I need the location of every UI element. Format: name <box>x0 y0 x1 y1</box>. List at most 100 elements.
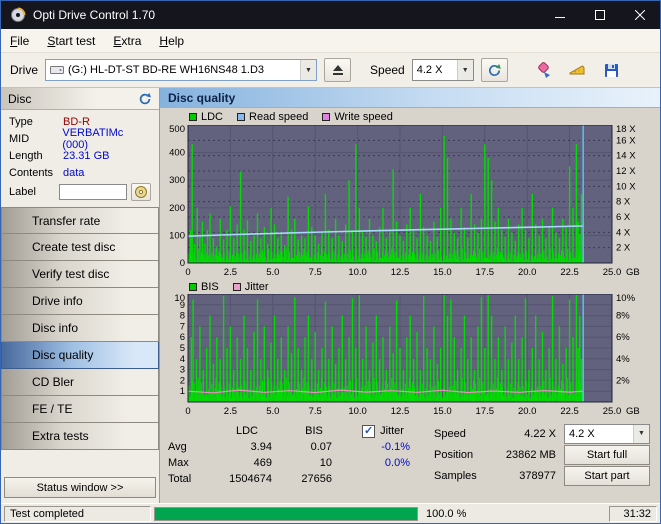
sidebar-item-disc-quality[interactable]: Disc quality <box>1 342 159 369</box>
svg-text:12.5: 12.5 <box>391 406 410 417</box>
total-ldc: 1504674 <box>229 473 272 485</box>
svg-text:8: 8 <box>180 311 185 322</box>
legend-swatch-icon <box>237 112 246 121</box>
svg-text:4 X: 4 X <box>616 227 631 238</box>
disc-contents-link[interactable]: data <box>63 167 84 179</box>
total-bis: 27656 <box>301 473 332 485</box>
disc-mid-row: MID VERBATIMc (000) <box>1 127 159 151</box>
status-window-button[interactable]: Status window >> <box>4 477 156 498</box>
svg-text:4%: 4% <box>616 354 630 365</box>
svg-text:400: 400 <box>169 148 185 159</box>
svg-text:25.0: 25.0 <box>603 267 622 278</box>
options-button[interactable] <box>564 58 591 82</box>
progress-bar <box>154 506 418 521</box>
label-input[interactable] <box>58 184 127 200</box>
legend-label: Read speed <box>249 110 309 123</box>
menu-file[interactable]: File <box>1 30 38 52</box>
disc-contents-label: Contents <box>9 166 54 179</box>
legend-bis: BIS <box>189 281 219 293</box>
sidebar-item-extra-tests[interactable]: Extra tests <box>1 423 159 450</box>
svg-text:22.5: 22.5 <box>560 406 579 417</box>
svg-text:2%: 2% <box>616 375 630 386</box>
start-full-button[interactable]: Start full <box>564 444 650 465</box>
avg-ldc: 3.94 <box>250 441 272 453</box>
label-edit-button[interactable] <box>130 183 151 201</box>
legend-ldc: LDC <box>189 111 223 123</box>
drive-select[interactable]: (G:) HL-DT-ST BD-RE WH16NS48 1.D3 ▼ <box>45 59 318 81</box>
jitter-label: Jitter <box>380 425 404 437</box>
disc-label-row: Label <box>1 181 159 203</box>
panel-title: Disc quality <box>160 88 660 108</box>
scan-speed-select[interactable]: 4.2 X ▼ <box>564 423 650 444</box>
legend-swatch-icon <box>232 282 241 291</box>
scan-controls: Speed 4.22 X 4.2 X ▼ Position 23862 MB S… <box>434 423 650 486</box>
bis-column-header: BIS <box>305 425 323 437</box>
top-chart-legend: LDC Read speed Write speed <box>160 108 660 125</box>
drive-select-value: (G:) HL-DT-ST BD-RE WH16NS48 1.D3 <box>68 64 265 76</box>
close-button[interactable] <box>620 1 660 29</box>
legend-write-speed: Write speed <box>322 111 393 123</box>
check-icon: ✓ <box>363 424 374 437</box>
disc-header-label: Disc <box>8 91 32 106</box>
titlebar[interactable]: Opti Drive Control 1.70 <box>1 1 660 29</box>
svg-text:20.0: 20.0 <box>518 406 537 417</box>
sidebar-item-drive-info[interactable]: Drive info <box>1 288 159 315</box>
save-icon <box>604 63 618 77</box>
svg-text:8%: 8% <box>616 311 630 322</box>
svg-text:2.5: 2.5 <box>224 406 237 417</box>
sidebar-item-transfer-rate[interactable]: Transfer rate <box>1 207 159 234</box>
disc-refresh-button[interactable] <box>138 92 152 106</box>
sidebar-item-verify-test-disc[interactable]: Verify test disc <box>1 261 159 288</box>
svg-text:8 X: 8 X <box>616 197 631 208</box>
sidebar-item-cd-bler[interactable]: CD Bler <box>1 369 159 396</box>
start-part-button[interactable]: Start part <box>564 465 650 486</box>
legend-label: Jitter <box>244 280 269 293</box>
minimize-button[interactable] <box>540 1 580 29</box>
menu-extra[interactable]: Extra <box>104 30 150 52</box>
sidebar-item-disc-info[interactable]: Disc info <box>1 315 159 342</box>
minimize-icon <box>555 17 565 18</box>
refresh-speeds-button[interactable] <box>480 58 508 82</box>
chevron-down-icon: ▼ <box>633 424 649 443</box>
statusbar: Test completed 100.0 % 31:32 <box>1 503 660 523</box>
legend-jitter: Jitter <box>232 280 269 293</box>
speed-select-value: 4.2 X <box>416 64 443 76</box>
svg-text:7.5: 7.5 <box>309 406 322 417</box>
svg-text:14 X: 14 X <box>616 151 636 162</box>
erase-disc-button[interactable] <box>530 58 557 82</box>
sidebar-item-create-test-disc[interactable]: Create test disc <box>1 234 159 261</box>
disc-label-icon <box>134 186 147 198</box>
legend-read-speed: Read speed <box>237 111 308 123</box>
refresh-icon <box>139 92 151 104</box>
svg-text:15.0: 15.0 <box>433 267 452 278</box>
save-button[interactable] <box>598 58 625 82</box>
svg-text:12.5: 12.5 <box>391 267 410 278</box>
svg-text:20.0: 20.0 <box>518 267 537 278</box>
bottom-chart: 1 2 3 4 5 6 7 8 9 10 2% 4% 6% 8% 10% 0 2.5 5.0 7.5 10.0 12.5… <box>160 293 660 418</box>
speed-value: 4.22 X <box>524 427 556 440</box>
maximize-button[interactable] <box>580 1 620 29</box>
ldc-column-header: LDC <box>235 425 258 437</box>
disc-mid-label: MID <box>9 132 30 145</box>
svg-text:25.0: 25.0 <box>603 406 622 417</box>
svg-text:300: 300 <box>169 175 185 186</box>
svg-text:15.0: 15.0 <box>433 406 452 417</box>
svg-text:10 X: 10 X <box>616 181 636 192</box>
legend-swatch-icon <box>189 282 197 291</box>
max-row-label: Max <box>168 457 189 469</box>
maximize-icon <box>595 10 605 20</box>
svg-text:0: 0 <box>185 406 190 417</box>
menu-start-test[interactable]: Start test <box>38 30 104 52</box>
menu-help[interactable]: Help <box>150 30 193 52</box>
jitter-checkbox[interactable]: ✓ <box>362 424 376 438</box>
svg-text:500: 500 <box>169 125 185 135</box>
svg-text:GB: GB <box>626 267 640 278</box>
disc-contents-row: Contents data <box>1 164 159 181</box>
sidebar-item-fe-te[interactable]: FE / TE <box>1 396 159 423</box>
eject-button[interactable] <box>324 58 352 82</box>
speed-select[interactable]: 4.2 X ▼ <box>411 59 474 81</box>
refresh-icon <box>488 63 501 76</box>
svg-text:10: 10 <box>174 294 185 304</box>
svg-text:7: 7 <box>180 321 185 332</box>
svg-text:5.0: 5.0 <box>266 406 279 417</box>
